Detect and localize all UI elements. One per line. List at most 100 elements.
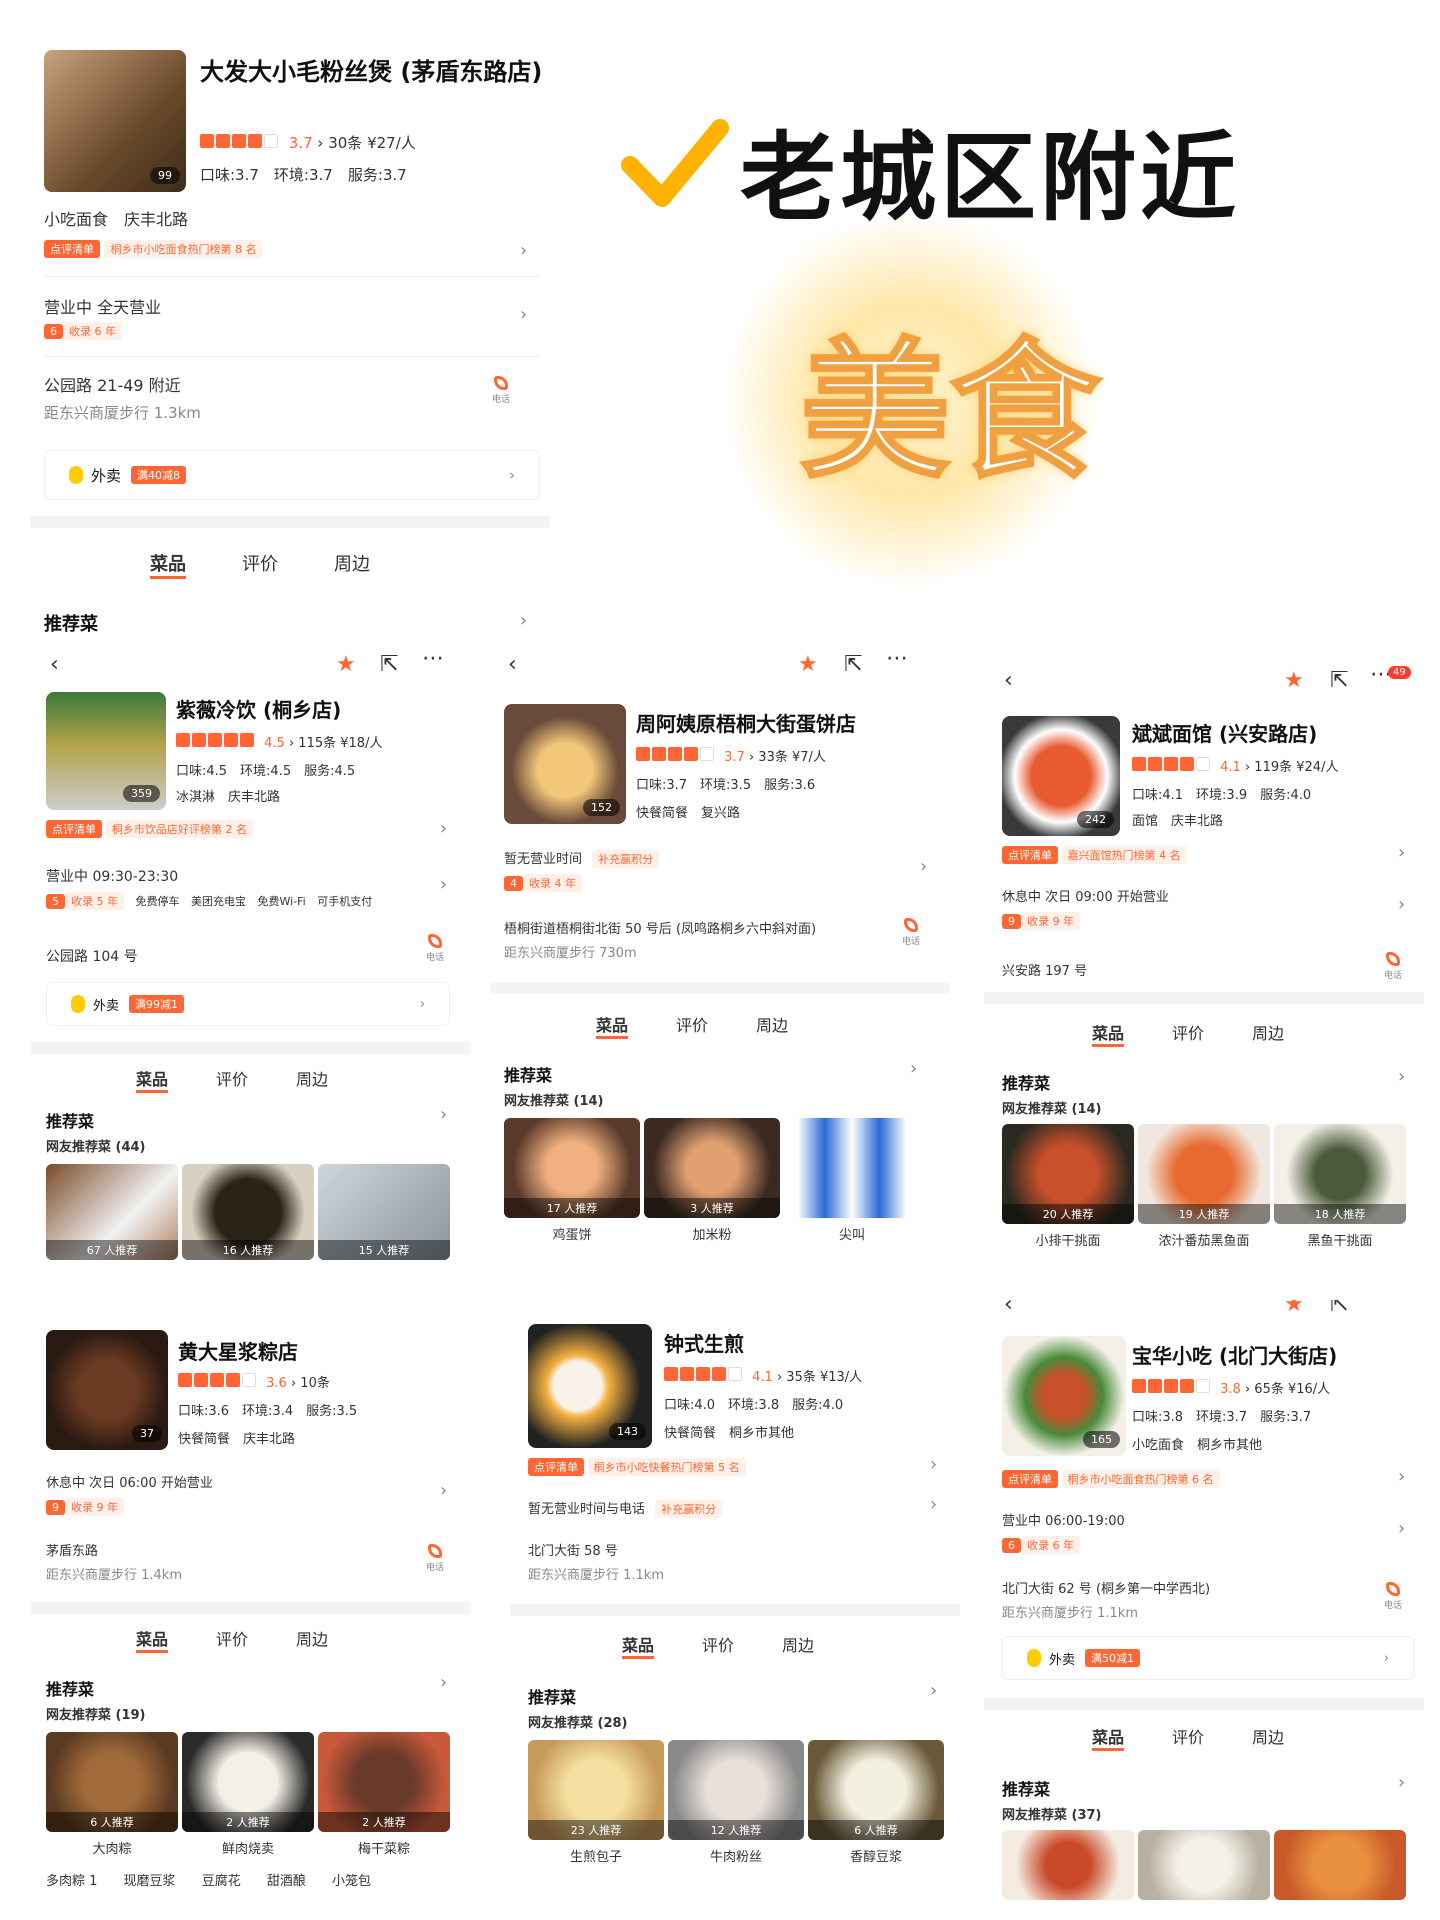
address[interactable]: 梧桐街道梧桐街北街 50 号后 (凤鸣路桐乡六中斜对面) [504, 918, 816, 937]
chevron-right-icon[interactable]: › [1398, 1518, 1405, 1539]
address[interactable]: 兴安路 197 号 [1002, 960, 1087, 979]
share-icon[interactable]: ⇱ [844, 652, 862, 677]
review-count[interactable]: 30条 [328, 134, 362, 152]
dish-tag[interactable]: 小笼包 [332, 1874, 371, 1889]
share-icon[interactable]: ⇱ [1330, 668, 1348, 693]
chevron-right-icon[interactable]: › [930, 1494, 937, 1515]
tab-reviews[interactable]: 评价 [702, 1632, 734, 1659]
chevron-right-icon[interactable]: › [1398, 842, 1405, 863]
tab-reviews[interactable]: 评价 [1172, 1724, 1204, 1751]
tab-nearby[interactable]: 周边 [334, 550, 370, 579]
back-arrow-icon[interactable]: ‹ [1004, 668, 1013, 693]
dish-card[interactable] [1138, 1830, 1270, 1900]
tab-reviews[interactable]: 评价 [1172, 1020, 1204, 1047]
favorite-star-icon[interactable]: ★ [798, 652, 818, 677]
dish-tag[interactable]: 现磨豆浆 [124, 1874, 176, 1889]
restaurant-photo[interactable]: 152 [504, 704, 626, 824]
chevron-right-icon[interactable]: › [930, 1454, 937, 1475]
address[interactable]: 北门大街 62 号 (桐乡第一中学西北) [1002, 1578, 1210, 1597]
chevron-right-icon[interactable]: › [1398, 1066, 1405, 1087]
tab-dishes[interactable]: 菜品 [596, 1012, 629, 1039]
dish-card[interactable]: 16 人推荐 [182, 1164, 314, 1260]
tab-dishes[interactable]: 菜品 [1092, 1020, 1125, 1047]
tab-nearby[interactable]: 周边 [756, 1012, 788, 1039]
rank-row[interactable]: 点评清单 桐乡市小吃面食热门榜第 8 名 [44, 240, 263, 258]
more-icon[interactable]: ⋯ [886, 652, 908, 671]
address[interactable]: 公园路 21-49 附近 [44, 372, 181, 396]
tab-dishes[interactable]: 菜品 [622, 1632, 655, 1659]
phone-button[interactable]: 电话 [900, 918, 922, 947]
dish-card[interactable]: 6 人推荐 [808, 1740, 944, 1840]
more-icon[interactable]: ⋯ [422, 652, 444, 671]
business-hours[interactable]: 营业中 全天营业 [44, 294, 161, 318]
phone-button[interactable]: 电话 [424, 934, 446, 963]
review-count[interactable]: 115条 [298, 736, 336, 751]
address[interactable]: 茅盾东路 [46, 1540, 98, 1559]
review-count[interactable]: 35条 [786, 1370, 816, 1385]
back-arrow-icon[interactable]: ‹ [1004, 1300, 1013, 1317]
phone-button[interactable]: 电话 [1382, 1582, 1404, 1611]
dish-card[interactable]: 2 人推荐 [318, 1732, 450, 1832]
tab-reviews[interactable]: 评价 [676, 1012, 708, 1039]
business-hours-row[interactable]: 暂无营业时间 补充赢积分 [504, 848, 660, 868]
business-hours[interactable]: 休息中 次日 09:00 开始营业 [1002, 886, 1169, 905]
dish-card[interactable]: 67 人推荐 [46, 1164, 178, 1260]
tab-dishes[interactable]: 菜品 [150, 550, 186, 579]
dish-tag[interactable]: 甜酒酿 [267, 1874, 306, 1889]
chevron-right-icon[interactable]: › [1398, 1772, 1405, 1793]
review-count[interactable]: 33条 [758, 750, 788, 765]
tab-reviews[interactable]: 评价 [216, 1066, 248, 1093]
review-count[interactable]: 119条 [1254, 760, 1292, 775]
waimai-row[interactable]: 外卖 满40减8 › [44, 450, 540, 500]
review-count[interactable]: 10条 [300, 1376, 330, 1391]
restaurant-photo[interactable]: 37 [46, 1330, 168, 1450]
chevron-right-icon[interactable]: › [520, 610, 527, 631]
dish-card[interactable] [1274, 1830, 1406, 1900]
restaurant-photo[interactable]: 165 [1002, 1336, 1126, 1456]
chevron-right-icon[interactable]: › [520, 240, 527, 261]
dish-card[interactable]: 17 人推荐 [504, 1118, 640, 1218]
tab-nearby[interactable]: 周边 [1252, 1724, 1284, 1751]
phone-button[interactable]: 电话 [1382, 952, 1404, 981]
chevron-right-icon[interactable]: › [1398, 1466, 1405, 1487]
add-info-tag[interactable]: 补充赢积分 [655, 1500, 723, 1518]
tab-dishes[interactable]: 菜品 [136, 1626, 169, 1653]
phone-button[interactable]: 电话 [490, 376, 512, 405]
tab-nearby[interactable]: 周边 [296, 1066, 328, 1093]
tab-nearby[interactable]: 周边 [296, 1626, 328, 1653]
tab-reviews[interactable]: 评价 [216, 1626, 248, 1653]
rank-row[interactable]: 点评清单 嘉兴面馆热门榜第 4 名 [1002, 846, 1187, 864]
share-icon[interactable]: ⇱ [1330, 1300, 1348, 1317]
more-icon[interactable]: ⋯ [1370, 1300, 1392, 1311]
dish-card[interactable]: 18 人推荐 [1274, 1124, 1406, 1224]
chevron-right-icon[interactable]: › [930, 1680, 937, 1701]
dish-card[interactable]: 20 人推荐 [1002, 1124, 1134, 1224]
chevron-right-icon[interactable]: › [440, 1104, 447, 1125]
favorite-star-icon[interactable]: ★ [1284, 1300, 1304, 1317]
dish-card[interactable]: 23 人推荐 [528, 1740, 664, 1840]
dish-card[interactable]: 6 人推荐 [46, 1732, 178, 1832]
back-arrow-icon[interactable]: ‹ [50, 652, 59, 677]
restaurant-photo[interactable]: 242 [1002, 716, 1120, 836]
business-hours[interactable]: 休息中 次日 06:00 开始营业 [46, 1472, 213, 1491]
tab-nearby[interactable]: 周边 [1252, 1020, 1284, 1047]
chevron-right-icon[interactable]: › [1398, 894, 1405, 915]
chevron-right-icon[interactable]: › [440, 874, 447, 895]
dish-tag[interactable]: 豆腐花 [202, 1874, 241, 1889]
tab-reviews[interactable]: 评价 [242, 550, 278, 579]
phone-button[interactable]: 电话 [424, 1544, 446, 1573]
chevron-right-icon[interactable]: › [910, 1058, 917, 1079]
dish-card[interactable] [784, 1118, 920, 1218]
dish-card[interactable]: 2 人推荐 [182, 1732, 314, 1832]
back-arrow-icon[interactable]: ‹ [508, 652, 517, 677]
review-count[interactable]: 65条 [1254, 1382, 1284, 1397]
business-hours-row[interactable]: 暂无营业时间与电话 补充赢积分 [528, 1498, 723, 1518]
business-hours[interactable]: 营业中 09:30-23:30 [46, 866, 178, 886]
favorite-star-icon[interactable]: ★ [336, 652, 356, 677]
chevron-right-icon[interactable]: › [920, 856, 927, 877]
favorite-star-icon[interactable]: ★ [1284, 668, 1304, 693]
restaurant-photo[interactable]: 359 [46, 692, 166, 810]
dish-tag[interactable]: 多肉粽 1 [46, 1874, 97, 1889]
address[interactable]: 北门大街 58 号 [528, 1540, 618, 1559]
dish-card[interactable]: 3 人推荐 [644, 1118, 780, 1218]
